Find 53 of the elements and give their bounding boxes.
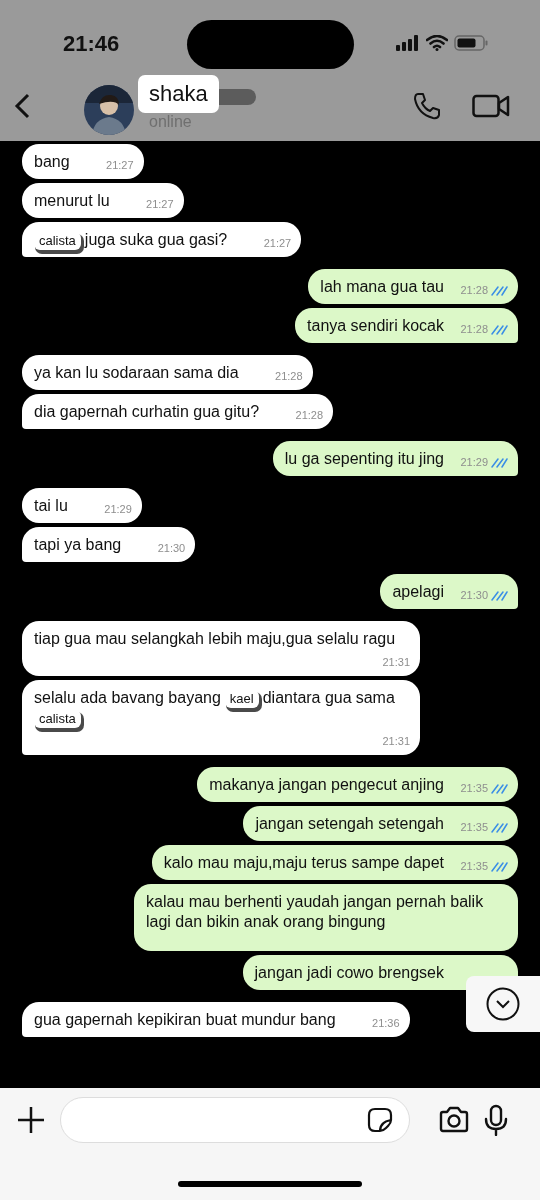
message-time: 21:29	[460, 455, 488, 470]
message-text: tapi ya bang	[34, 536, 122, 553]
wifi-icon	[426, 35, 448, 51]
message-time: 21:27	[146, 197, 174, 212]
battery-icon	[454, 35, 488, 51]
message-time: 21:28	[460, 283, 488, 298]
message-time: 21:28	[295, 408, 324, 423]
message-text: apelagi	[392, 583, 444, 600]
message-text: lah mana gua tau	[320, 278, 444, 295]
message-text: lu ga sepenting itu jing	[284, 450, 444, 467]
message-time: 21:31	[382, 655, 410, 670]
message-text: sama	[355, 689, 395, 706]
message-time: 21:35	[460, 781, 488, 796]
camera-icon[interactable]	[438, 1106, 470, 1134]
message-time: 21:35	[460, 859, 488, 874]
message-text: diantara gua	[262, 689, 352, 706]
message-time: 21:30	[460, 588, 488, 603]
message-input[interactable]	[60, 1097, 410, 1143]
message-text: dia gapernah curhatin gua gitu?	[34, 403, 260, 420]
scroll-down-button[interactable]	[466, 976, 540, 1032]
status-time: 21:46	[63, 31, 120, 57]
message-text: ya kan lu sodaraan sama dia	[34, 364, 239, 381]
message-text: tai lu	[34, 497, 68, 514]
microphone-icon[interactable]	[484, 1104, 508, 1136]
message-text: tanya sendiri kocak	[307, 317, 444, 334]
message-time: 21:31	[382, 734, 410, 749]
message-text: kalo mau maju,maju terus sampe dapet	[163, 854, 444, 871]
message-time: 21:36	[372, 1016, 400, 1031]
message-time: 21:28	[460, 322, 488, 337]
message-time: 21:30	[157, 541, 186, 556]
signal-icon	[396, 35, 420, 51]
message-text: gua gapernah kepikiran buat mundur bang	[34, 1011, 336, 1028]
message-text: tiap gua mau selangkah lebih maju,gua selalu ragu	[34, 630, 396, 647]
message-text: makanya jangan pengecut anjing	[209, 776, 444, 793]
plus-icon[interactable]	[16, 1105, 46, 1135]
message-text: kalau mau berhenti yaudah jangan pernah balik lagi dan bikin anak orang bingung	[146, 893, 484, 930]
message-time: 21:27	[263, 236, 292, 251]
message-text: bang	[34, 153, 70, 170]
sticker-icon[interactable]	[367, 1107, 393, 1133]
back-icon[interactable]	[14, 92, 30, 119]
chevron-down-icon	[486, 987, 520, 1021]
message-text: jangan jadi cowo brengsek	[254, 964, 444, 981]
message-time: 21:35	[460, 820, 488, 835]
message-text: juga suka gua gasi?	[84, 231, 228, 248]
message-time: 21:29	[104, 502, 132, 517]
message-time: 21:28	[275, 369, 303, 384]
video-camera-icon[interactable]	[472, 93, 510, 118]
phone-icon[interactable]	[412, 90, 442, 121]
message-time: 21:27	[106, 158, 134, 173]
message-text: selalu ada bavang bayang	[34, 689, 221, 706]
contact-name: shaka	[138, 74, 219, 113]
message-text: menurut lu	[34, 192, 110, 209]
message-text: jangan setengah setengah	[255, 815, 444, 832]
